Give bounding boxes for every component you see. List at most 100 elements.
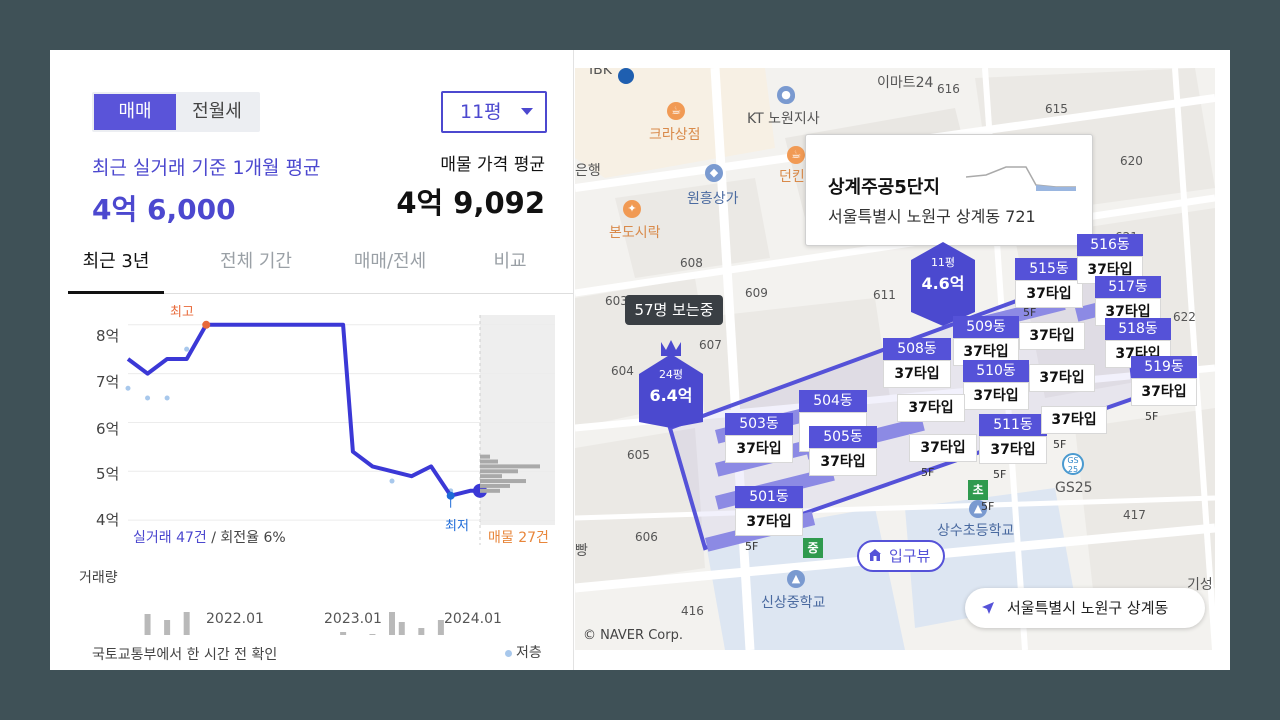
complex-info-card[interactable]: 상계주공5단지 서울특별시 노원구 상계동 721 — [805, 134, 1093, 246]
gs25-icon: GS 25 — [1062, 453, 1084, 475]
floor-label: 5F — [1053, 438, 1067, 451]
current-location-button[interactable]: 서울특별시 노원구 상계동 — [965, 588, 1205, 628]
trade-count: 실거래 47건 / 회전율 6% — [133, 527, 286, 547]
poi-kt[interactable]: KT 노원지사 — [747, 108, 820, 128]
building-tag-519[interactable]: 519동 — [1131, 356, 1197, 378]
building-type-514: 37타입 — [1019, 322, 1085, 350]
trade-type-toggle: 매매 전월세 — [92, 92, 260, 132]
building-type-503: 37타입 — [725, 435, 793, 463]
mini-trend-icon — [966, 166, 1076, 191]
poi-sinsang-school[interactable]: 신상중학교 — [761, 592, 825, 612]
lot-number: 609 — [745, 286, 768, 300]
tab-compare[interactable]: 비교 — [480, 242, 540, 294]
x-tick: 2022.01 — [206, 611, 264, 627]
poi-sangsu-school[interactable]: 상수초등학교 — [937, 520, 1014, 540]
lot-number: 417 — [1123, 508, 1146, 522]
listing-dist-bar — [480, 483, 510, 488]
recent-avg-label: 최근 실거래 기준 1개월 평균 — [92, 157, 321, 179]
y-tick: 7억 — [96, 373, 120, 391]
poi-bakery[interactable]: 크라상점 — [649, 124, 701, 144]
building-tag-511[interactable]: 511동 — [979, 414, 1047, 436]
low-floor-point — [184, 346, 190, 352]
trade-type-rent[interactable]: 전월세 — [176, 94, 258, 130]
pin-11-size: 11평 — [930, 256, 956, 269]
tab-sale-jeonse[interactable]: 매매/전세 — [330, 242, 450, 294]
listing-dist-bar — [480, 488, 500, 493]
price-pin-11[interactable]: 11평 4.6억 — [911, 242, 975, 326]
entrance-view-label: 입구뷰 — [889, 547, 931, 565]
trade-type-sale[interactable]: 매매 — [94, 94, 176, 130]
floor-label: 5F — [921, 466, 935, 479]
shop-icon: ◆ — [705, 164, 723, 182]
volume-bar — [369, 634, 376, 635]
high-point — [202, 320, 211, 329]
poi-wonheung[interactable]: 원흥상가 — [687, 188, 739, 208]
listing-dist-bar — [480, 474, 502, 479]
viewers-bubble: 57명 보는중 — [625, 295, 723, 325]
tab-recent-3y[interactable]: 최근 3년 — [68, 242, 164, 294]
building-tag-510[interactable]: 510동 — [963, 360, 1029, 382]
entrance-view-button[interactable]: 입구뷰 — [857, 540, 945, 572]
school-flag-elementary: 초 — [968, 480, 988, 500]
low-floor-point — [145, 395, 151, 401]
data-source-note: 국토교통부에서 한 시간 전 확인 — [92, 647, 278, 663]
lot-number: 605 — [627, 448, 650, 462]
building-tag-516[interactable]: 516동 — [1077, 234, 1143, 256]
building-tag-518[interactable]: 518동 — [1105, 318, 1171, 340]
legend-low-floor: 저층 — [505, 642, 542, 662]
restaurant-icon: ✦ — [623, 200, 641, 218]
office-icon: ● — [777, 86, 795, 104]
building-type-506: 37타입 — [909, 434, 977, 462]
caret-down-icon — [521, 108, 533, 115]
building-tag-501[interactable]: 501동 — [735, 486, 803, 508]
listing-zone — [480, 315, 555, 525]
floor-label: 5F — [745, 540, 759, 553]
poi-bondo[interactable]: 본도시락 — [609, 222, 661, 242]
building-tag-505[interactable]: 505동 — [809, 426, 877, 448]
poi-top-edge[interactable]: IBK — [589, 68, 612, 78]
house-icon — [869, 549, 881, 561]
building-tag-508[interactable]: 508동 — [883, 338, 951, 360]
floor-label: 5F — [1145, 410, 1159, 423]
floor-label: 5F — [981, 500, 995, 513]
floor-label: 5F — [1023, 306, 1037, 319]
map-view[interactable]: 616 615 620 608 609 611 603 604 607 605 … — [575, 68, 1215, 650]
tab-all-period[interactable]: 전체 기간 — [198, 242, 314, 294]
pin-24-price: 6.4억 — [649, 386, 693, 405]
price-pin-24[interactable]: 24평 6.4억 — [639, 336, 703, 428]
building-tag-509[interactable]: 509동 — [953, 316, 1019, 338]
poi-bank[interactable]: 은행 — [575, 160, 601, 180]
listing-dist-bar — [480, 454, 490, 459]
low-floor-point — [164, 395, 170, 401]
turnover-rate: / 회전율 6% — [206, 530, 286, 546]
price-chart: 8억 7억 6억 5억 4억 최고 최저 실거래 47건 / 회전율 6% 매물… — [50, 295, 573, 635]
size-select[interactable]: 11평 — [441, 91, 547, 133]
x-tick: 2023.01 — [324, 611, 382, 627]
pin-11-price: 4.6억 — [921, 274, 965, 293]
volume-bar — [398, 622, 405, 635]
low-label: 최저 — [445, 519, 469, 534]
low-floor-point — [125, 385, 131, 391]
price-line — [126, 322, 480, 498]
y-tick: 6억 — [96, 420, 120, 438]
poi-gs25[interactable]: GS25 — [1055, 480, 1093, 496]
lot-number: 604 — [611, 364, 634, 378]
building-tag-504[interactable]: 504동 — [799, 390, 867, 412]
listing-count: 매물 27건 — [488, 530, 549, 546]
legend-low-floor-label: 저층 — [516, 645, 542, 661]
poi-bread[interactable]: 빵 — [575, 540, 588, 560]
recent-avg-price: 4억 6,000 — [92, 193, 236, 226]
poi-emart24[interactable]: 이마트24 — [877, 72, 933, 92]
building-type-519: 37타입 — [1131, 378, 1197, 406]
building-tag-515[interactable]: 515동 — [1015, 258, 1083, 280]
building-type-508: 37타입 — [883, 360, 951, 388]
building-tag-503[interactable]: 503동 — [725, 413, 793, 435]
map-copyright: © NAVER Corp. — [583, 628, 683, 643]
school-flag-middle: 중 — [803, 538, 823, 558]
poi-dunkin[interactable]: 던킨 — [779, 166, 805, 186]
listing-avg-price: 4억 9,092 — [396, 186, 545, 220]
building-tag-517[interactable]: 517동 — [1095, 276, 1161, 298]
low-floor-point — [389, 478, 395, 484]
lot-number: 620 — [1120, 154, 1143, 168]
volume-bar — [389, 612, 395, 635]
